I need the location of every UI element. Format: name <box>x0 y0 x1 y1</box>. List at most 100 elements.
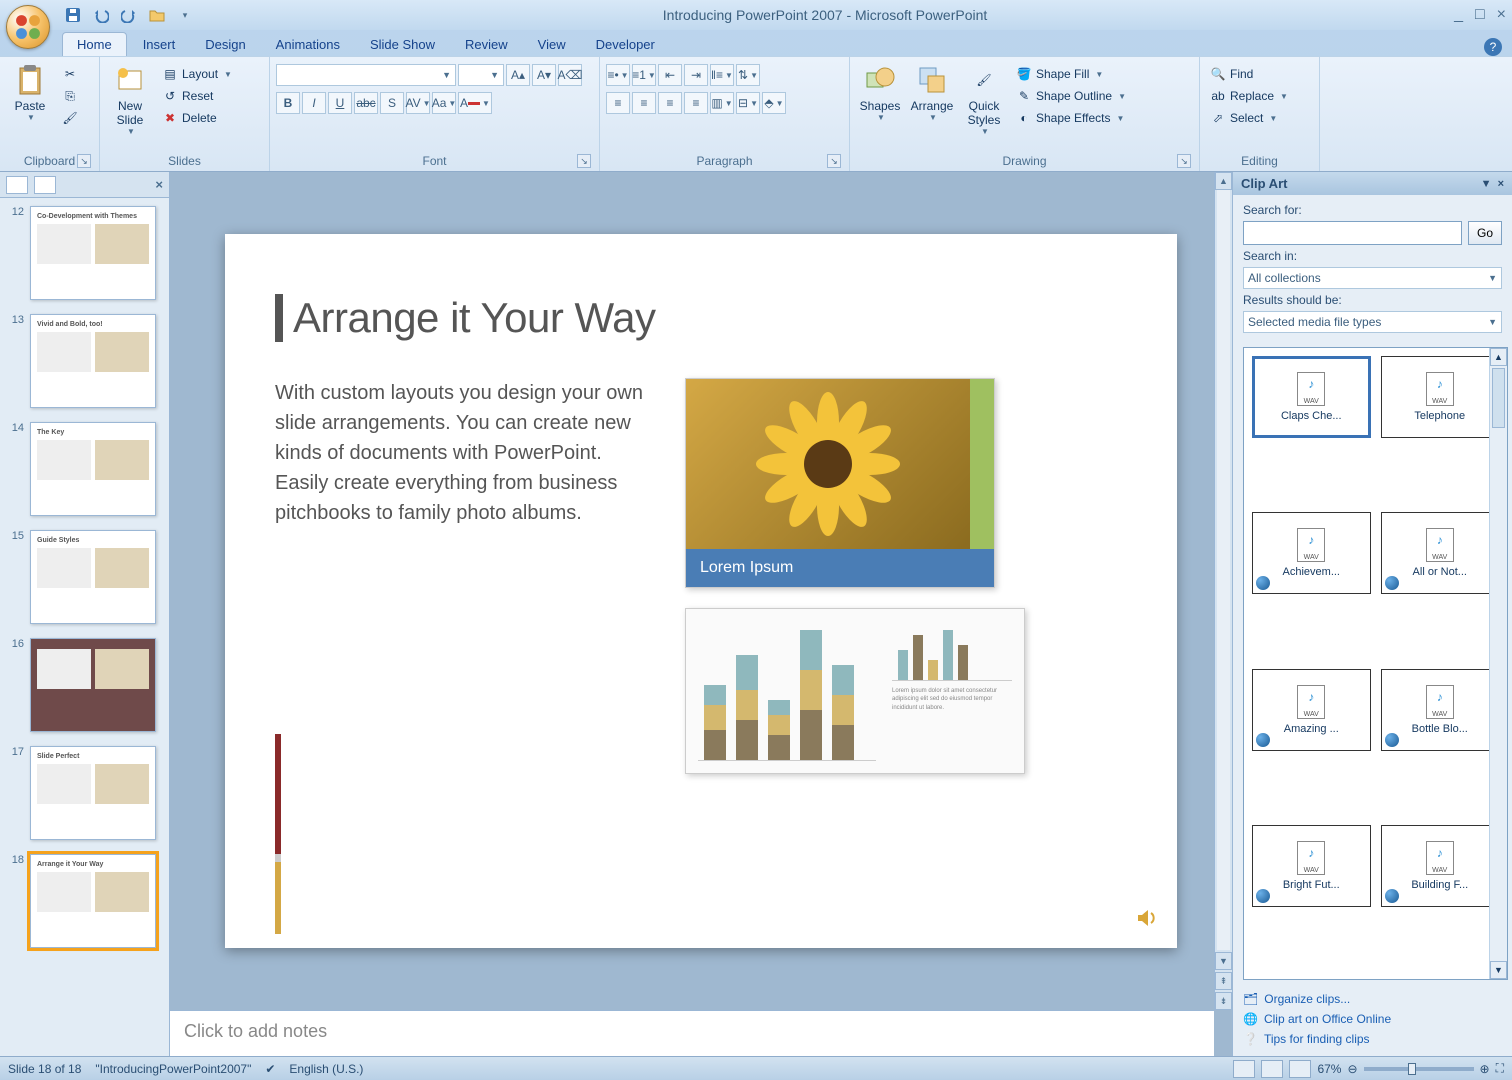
thumbnail-slide-14[interactable]: 14The Key <box>6 422 163 516</box>
smartart-button[interactable]: ⬘▼ <box>762 92 786 114</box>
search-in-combo[interactable]: All collections▼ <box>1243 267 1502 289</box>
maximize-button[interactable]: □ <box>1475 6 1485 24</box>
clipboard-launcher[interactable]: ↘ <box>77 154 91 168</box>
font-launcher[interactable]: ↘ <box>577 154 591 168</box>
thumbnail-slide-18[interactable]: 18Arrange it Your Way <box>6 854 163 948</box>
italic-button[interactable]: I <box>302 92 326 114</box>
layout-button[interactable]: ▤Layout▼ <box>158 64 236 84</box>
align-left-button[interactable]: ≡ <box>606 92 630 114</box>
undo-icon[interactable] <box>90 4 112 26</box>
scroll-up-button[interactable]: ▲ <box>1215 172 1232 190</box>
thumbnail-slide-16[interactable]: 16 <box>6 638 163 732</box>
columns-button[interactable]: ▥▼ <box>710 92 734 114</box>
tab-review[interactable]: Review <box>451 33 522 56</box>
zoom-in-button[interactable]: ⊕ <box>1480 1062 1490 1076</box>
shadow-button[interactable]: S <box>380 92 404 114</box>
clipart-item[interactable]: WAVBright Fut... <box>1252 825 1371 907</box>
font-family-combo[interactable]: ▼ <box>276 64 456 86</box>
clipart-item[interactable]: WAVAll or Not... <box>1381 512 1500 594</box>
align-right-button[interactable]: ≡ <box>658 92 682 114</box>
tab-design[interactable]: Design <box>191 33 259 56</box>
tab-insert[interactable]: Insert <box>129 33 190 56</box>
clipart-item[interactable]: WAVBuilding F... <box>1381 825 1500 907</box>
pane-menu-button[interactable]: ▼ <box>1481 178 1492 190</box>
tab-home[interactable]: Home <box>62 32 127 56</box>
slide-chart-card[interactable]: Lorem ipsum dolor sit amet consectetur a… <box>685 608 1025 774</box>
status-language[interactable]: English (U.S.) <box>289 1062 363 1076</box>
align-center-button[interactable]: ≡ <box>632 92 656 114</box>
align-text-button[interactable]: ⊟▼ <box>736 92 760 114</box>
outline-view-tab[interactable] <box>34 176 56 194</box>
close-button[interactable]: × <box>1497 6 1506 24</box>
paste-button[interactable]: Paste ▼ <box>6 60 54 125</box>
increase-indent-button[interactable]: ⇥ <box>684 64 708 86</box>
open-icon[interactable] <box>146 4 168 26</box>
font-size-combo[interactable]: ▼ <box>458 64 504 86</box>
char-spacing-button[interactable]: AV▼ <box>406 92 430 114</box>
zoom-slider[interactable] <box>1364 1067 1474 1071</box>
strikethrough-button[interactable]: abc <box>354 92 378 114</box>
find-button[interactable]: 🔍Find <box>1206 64 1257 84</box>
sorter-view-button[interactable] <box>1261 1060 1283 1078</box>
justify-button[interactable]: ≡ <box>684 92 708 114</box>
normal-view-button[interactable] <box>1233 1060 1255 1078</box>
decrease-indent-button[interactable]: ⇤ <box>658 64 682 86</box>
delete-button[interactable]: ✖Delete <box>158 108 236 128</box>
tab-developer[interactable]: Developer <box>582 33 669 56</box>
pane-close-button[interactable]: × <box>1498 178 1504 190</box>
format-painter-button[interactable]: 🖌 <box>58 108 82 128</box>
office-online-link[interactable]: 🌐Clip art on Office Online <box>1243 1012 1502 1026</box>
tab-animations[interactable]: Animations <box>262 33 354 56</box>
scroll-down-button[interactable]: ▼ <box>1215 952 1232 970</box>
qat-customize-icon[interactable]: ▾ <box>174 4 196 26</box>
help-button[interactable]: ? <box>1484 38 1502 56</box>
shrink-font-button[interactable]: A▾ <box>532 64 556 86</box>
change-case-button[interactable]: Aa▼ <box>432 92 456 114</box>
zoom-out-button[interactable]: ⊖ <box>1347 1062 1357 1076</box>
shape-fill-button[interactable]: 🪣Shape Fill▼ <box>1012 64 1130 84</box>
slide-image-card[interactable]: Lorem Ipsum <box>685 378 995 588</box>
shape-outline-button[interactable]: ✎Shape Outline▼ <box>1012 86 1130 106</box>
next-slide-button[interactable]: ⇟ <box>1215 992 1232 1010</box>
drawing-launcher[interactable]: ↘ <box>1177 154 1191 168</box>
slide-canvas[interactable]: Arrange it Your Way With custom layouts … <box>225 234 1177 948</box>
grow-font-button[interactable]: A▴ <box>506 64 530 86</box>
tab-slideshow[interactable]: Slide Show <box>356 33 449 56</box>
editor-vertical-scrollbar[interactable]: ▲ ▼ ⇞ ⇟ <box>1214 172 1232 1010</box>
notes-pane[interactable]: Click to add notes <box>170 1010 1214 1056</box>
bold-button[interactable]: B <box>276 92 300 114</box>
cut-button[interactable]: ✂ <box>58 64 82 84</box>
slideshow-view-button[interactable] <box>1289 1060 1311 1078</box>
results-should-combo[interactable]: Selected media file types▼ <box>1243 311 1502 333</box>
fit-to-window-button[interactable]: ⛶ <box>1496 1061 1504 1076</box>
organize-clips-link[interactable]: 🗂Organize clips... <box>1243 992 1502 1006</box>
text-direction-button[interactable]: ⇅▼ <box>736 64 760 86</box>
tab-view[interactable]: View <box>524 33 580 56</box>
slide-body-text[interactable]: With custom layouts you design your own … <box>275 378 655 774</box>
close-thumbnails-button[interactable]: × <box>155 177 163 192</box>
line-spacing-button[interactable]: ‖≡▼ <box>710 64 734 86</box>
clipart-item[interactable]: WAVBottle Blo... <box>1381 669 1500 751</box>
thumbnail-slide-15[interactable]: 15Guide Styles <box>6 530 163 624</box>
underline-button[interactable]: U <box>328 92 352 114</box>
shape-effects-button[interactable]: ◐Shape Effects▼ <box>1012 108 1130 128</box>
clipart-item[interactable]: WAVAchievem... <box>1252 512 1371 594</box>
arrange-button[interactable]: Arrange▼ <box>908 60 956 125</box>
thumbnail-slide-12[interactable]: 12Co-Development with Themes <box>6 206 163 300</box>
go-button[interactable]: Go <box>1468 221 1502 245</box>
new-slide-button[interactable]: New Slide▼ <box>106 60 154 139</box>
quick-styles-button[interactable]: 🖌Quick Styles▼ <box>960 60 1008 139</box>
clipart-results[interactable]: WAVClaps Che...WAVTelephoneWAVAchievem..… <box>1243 347 1508 980</box>
clipart-search-input[interactable] <box>1243 221 1462 245</box>
spellcheck-icon[interactable]: ✔ <box>265 1062 275 1076</box>
thumbnails-view-tab[interactable] <box>6 176 28 194</box>
thumbnail-slide-17[interactable]: 17Slide Perfect <box>6 746 163 840</box>
tips-link[interactable]: ❔Tips for finding clips <box>1243 1032 1502 1046</box>
bullets-button[interactable]: ≡•▼ <box>606 64 630 86</box>
minimize-button[interactable]: _ <box>1454 6 1463 24</box>
redo-icon[interactable] <box>118 4 140 26</box>
copy-button[interactable]: ⎘ <box>58 86 82 106</box>
thumbnail-list[interactable]: 12Co-Development with Themes13Vivid and … <box>0 198 169 1056</box>
shapes-button[interactable]: Shapes▼ <box>856 60 904 125</box>
prev-slide-button[interactable]: ⇞ <box>1215 972 1232 990</box>
